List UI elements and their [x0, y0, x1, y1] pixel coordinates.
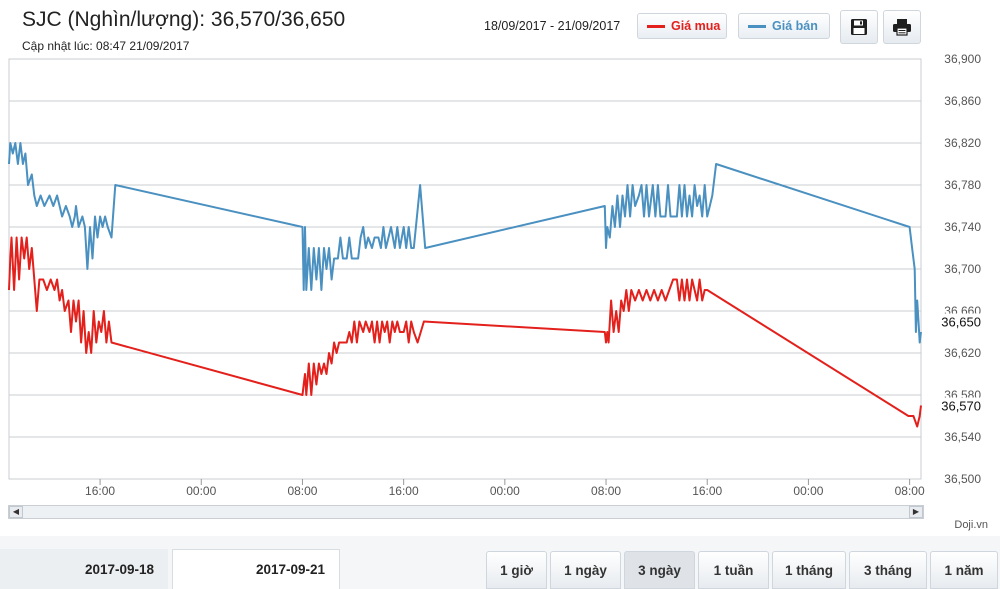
source-credit: Doji.vn	[954, 519, 988, 531]
range-button[interactable]: 1 giờ	[486, 551, 547, 589]
y-tick-label: 36,860	[944, 94, 981, 108]
x-tick-label: 00:00	[793, 484, 823, 498]
range-button[interactable]: 3 tháng	[849, 551, 927, 589]
x-tick-label: 08:00	[591, 484, 621, 498]
y-tick-label: 36,500	[944, 472, 981, 486]
range-button[interactable]: 1 ngày	[550, 551, 621, 589]
y-tick-label: 36,780	[944, 178, 981, 192]
x-tick-label: 00:00	[490, 484, 520, 498]
y-tick-label: 36,540	[944, 430, 981, 444]
scroll-left-arrow[interactable]: ◀	[9, 506, 23, 518]
y-tick-label: 36,620	[944, 346, 981, 360]
range-button[interactable]: 3 ngày	[624, 551, 695, 589]
x-tick-label: 16:00	[692, 484, 722, 498]
x-tick-label: 08:00	[287, 484, 317, 498]
y-tick-label: 36,740	[944, 220, 981, 234]
x-tick-label: 08:00	[895, 484, 925, 498]
last-value-label: 36,570	[941, 399, 981, 414]
scroll-right-arrow[interactable]: ▶	[909, 506, 923, 518]
tab-start-date[interactable]: 2017-09-18	[0, 549, 168, 589]
last-value-label: 36,650	[941, 315, 981, 330]
y-tick-label: 36,700	[944, 262, 981, 276]
price-chart: 36,900 36,860 36,820 36,780 36,740 36,700 36,6…	[8, 52, 982, 498]
x-tick-label: 16:00	[389, 484, 419, 498]
y-tick-label: 36,900	[944, 52, 981, 66]
y-tick-label: 36,820	[944, 136, 981, 150]
range-button[interactable]: 1 tuần	[698, 551, 769, 589]
chart-scrollbar[interactable]: ◀ ▶	[8, 505, 924, 519]
x-tick-label: 16:00	[85, 484, 115, 498]
range-button[interactable]: 1 tháng	[772, 551, 846, 589]
x-tick-label: 00:00	[186, 484, 216, 498]
tab-end-date[interactable]: 2017-09-21	[172, 549, 340, 589]
range-button[interactable]: 1 năm	[930, 551, 998, 589]
